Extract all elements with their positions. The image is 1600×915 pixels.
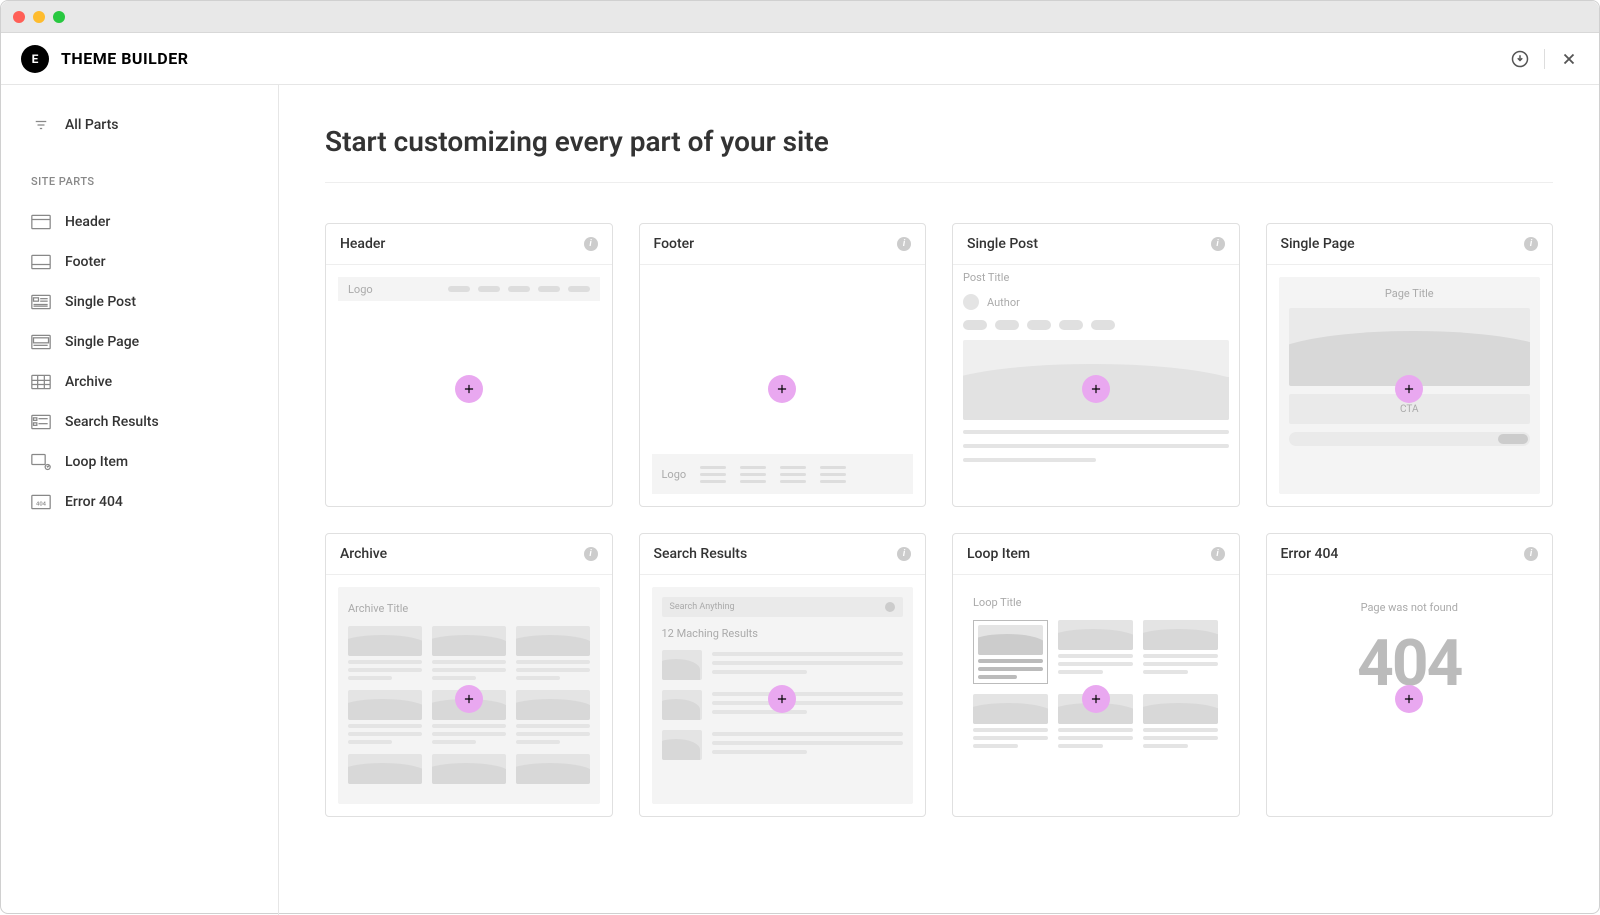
card-title: Archive	[340, 546, 387, 562]
single-page-icon	[31, 334, 51, 350]
sidebar-item-label: Archive	[65, 374, 112, 390]
page-heading: Start customizing every part of your sit…	[325, 125, 1553, 183]
search-results-icon	[31, 414, 51, 430]
sidebar-item-error-404[interactable]: 404 Error 404	[1, 482, 278, 522]
card-footer[interactable]: Footer i Logo	[639, 223, 927, 507]
info-icon[interactable]: i	[897, 547, 911, 561]
loop-title-placeholder: Loop Title	[973, 596, 1022, 609]
sidebar-item-label: Single Page	[65, 334, 139, 350]
info-icon[interactable]: i	[1524, 547, 1538, 561]
search-bar-placeholder: Search Anything	[662, 597, 904, 617]
card-loop-item[interactable]: Loop Item i Loop Title	[952, 533, 1240, 817]
results-count: 12 Maching Results	[662, 627, 904, 640]
sidebar-item-label: Search Results	[65, 414, 159, 430]
add-button[interactable]	[1395, 685, 1423, 713]
window-minimize-traffic[interactable]	[33, 11, 45, 23]
sidebar-item-archive[interactable]: Archive	[1, 362, 278, 402]
add-button[interactable]	[455, 375, 483, 403]
add-button[interactable]	[768, 375, 796, 403]
archive-icon	[31, 374, 51, 390]
loop-item-icon	[31, 454, 51, 470]
sidebar-all-parts[interactable]: All Parts	[1, 105, 278, 145]
brand-logo-icon: E	[21, 45, 49, 73]
card-search-results[interactable]: Search Results i Search Anything 12 Mach…	[639, 533, 927, 817]
card-title: Single Page	[1281, 236, 1355, 252]
add-button[interactable]	[1082, 685, 1110, 713]
sidebar-item-header[interactable]: Header	[1, 202, 278, 242]
close-icon[interactable]	[1559, 49, 1579, 69]
divider	[1544, 49, 1545, 69]
sidebar-item-single-post[interactable]: Single Post	[1, 282, 278, 322]
info-icon[interactable]: i	[1211, 547, 1225, 561]
footer-preview: Logo	[652, 454, 914, 494]
window-close-traffic[interactable]	[13, 11, 25, 23]
svg-text:404: 404	[36, 501, 47, 507]
main-content: Start customizing every part of your sit…	[279, 85, 1599, 915]
card-title: Search Results	[654, 546, 748, 562]
author-placeholder: Author	[987, 296, 1020, 309]
brand: E THEME BUILDER	[21, 45, 188, 73]
add-button[interactable]	[768, 685, 796, 713]
window-maximize-traffic[interactable]	[53, 11, 65, 23]
topbar: E THEME BUILDER	[1, 33, 1599, 85]
brand-title: THEME BUILDER	[61, 49, 188, 68]
card-title: Single Post	[967, 236, 1038, 252]
logo-placeholder: Logo	[662, 468, 687, 481]
cards-grid: Header i Logo Footer i	[325, 223, 1553, 817]
window-titlebar	[1, 1, 1599, 33]
archive-title-placeholder: Archive Title	[348, 602, 408, 615]
sidebar-item-label: Header	[65, 214, 110, 230]
single-post-icon	[31, 294, 51, 310]
sidebar-item-label: All Parts	[65, 117, 118, 133]
sidebar-item-label: Single Post	[65, 294, 136, 310]
filter-icon	[31, 117, 51, 133]
search-icon	[885, 602, 895, 612]
add-button[interactable]	[1395, 375, 1423, 403]
post-title-placeholder: Post Title	[963, 271, 1229, 284]
card-title: Footer	[654, 236, 695, 252]
info-icon[interactable]: i	[584, 547, 598, 561]
error-404-icon: 404	[31, 494, 51, 510]
add-button[interactable]	[455, 685, 483, 713]
logo-placeholder: Logo	[348, 283, 373, 296]
header-icon	[31, 214, 51, 230]
not-found-text: Page was not found	[1361, 601, 1458, 614]
card-title: Error 404	[1281, 546, 1339, 562]
add-button[interactable]	[1082, 375, 1110, 403]
card-single-post[interactable]: Single Post i Post Title Author	[952, 223, 1240, 507]
footer-icon	[31, 254, 51, 270]
sidebar-item-search-results[interactable]: Search Results	[1, 402, 278, 442]
page-title-placeholder: Page Title	[1385, 287, 1434, 300]
download-icon[interactable]	[1510, 49, 1530, 69]
card-single-page[interactable]: Single Page i Page Title CTA	[1266, 223, 1554, 507]
info-icon[interactable]: i	[1524, 237, 1538, 251]
card-title: Header	[340, 236, 385, 252]
top-actions	[1510, 49, 1579, 69]
card-header[interactable]: Header i Logo	[325, 223, 613, 507]
sidebar-item-single-page[interactable]: Single Page	[1, 322, 278, 362]
sidebar: All Parts SITE PARTS Header Footer Singl…	[1, 85, 279, 915]
sidebar-item-label: Footer	[65, 254, 106, 270]
sidebar-section-label: SITE PARTS	[1, 145, 278, 202]
card-archive[interactable]: Archive i Archive Title	[325, 533, 613, 817]
card-title: Loop Item	[967, 546, 1030, 562]
sidebar-item-label: Loop Item	[65, 454, 128, 470]
sidebar-item-label: Error 404	[65, 494, 123, 510]
header-preview: Logo	[338, 277, 600, 301]
info-icon[interactable]: i	[1211, 237, 1225, 251]
avatar-icon	[963, 294, 979, 310]
info-icon[interactable]: i	[897, 237, 911, 251]
sidebar-item-footer[interactable]: Footer	[1, 242, 278, 282]
sidebar-item-loop-item[interactable]: Loop Item	[1, 442, 278, 482]
card-error-404[interactable]: Error 404 i Page was not found 404	[1266, 533, 1554, 817]
bar-placeholder	[1289, 432, 1531, 446]
info-icon[interactable]: i	[584, 237, 598, 251]
